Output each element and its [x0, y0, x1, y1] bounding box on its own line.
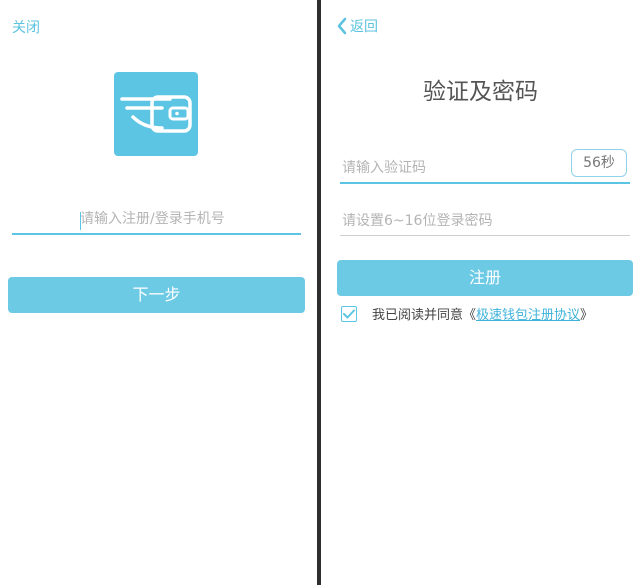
- back-button[interactable]: 返回: [336, 16, 378, 36]
- app-stage: 关闭 下一步 返回 验证及密码 56秒: [0, 0, 640, 585]
- back-label: 返回: [350, 19, 378, 35]
- agreement-row: 我已阅读并同意《 极速钱包注册协议》: [341, 304, 593, 323]
- login-screen: 关闭 下一步: [0, 0, 317, 585]
- countdown-button[interactable]: 56秒: [571, 149, 627, 177]
- page-title: 验证及密码: [423, 79, 538, 105]
- close-button[interactable]: 关闭: [12, 17, 40, 37]
- checkmark-icon: [343, 309, 355, 318]
- wallet-wing-icon: [120, 95, 192, 133]
- agreement-link[interactable]: 极速钱包注册协议: [476, 304, 580, 323]
- register-button[interactable]: 注册: [337, 260, 633, 296]
- agree-checkbox[interactable]: [341, 305, 357, 322]
- agree-suffix-text: 》: [580, 308, 594, 323]
- verify-screen: 返回 验证及密码 56秒 注册 我已阅读并同意《极速钱包注册协议》: [321, 0, 640, 585]
- text-caret: [80, 212, 81, 230]
- phone-input[interactable]: [12, 205, 301, 235]
- password-input[interactable]: [340, 206, 630, 236]
- agree-prefix-text: 我已阅读并同意《: [372, 308, 477, 323]
- next-step-button[interactable]: 下一步: [8, 277, 305, 313]
- app-logo: [114, 72, 198, 156]
- chevron-left-icon: [337, 17, 347, 35]
